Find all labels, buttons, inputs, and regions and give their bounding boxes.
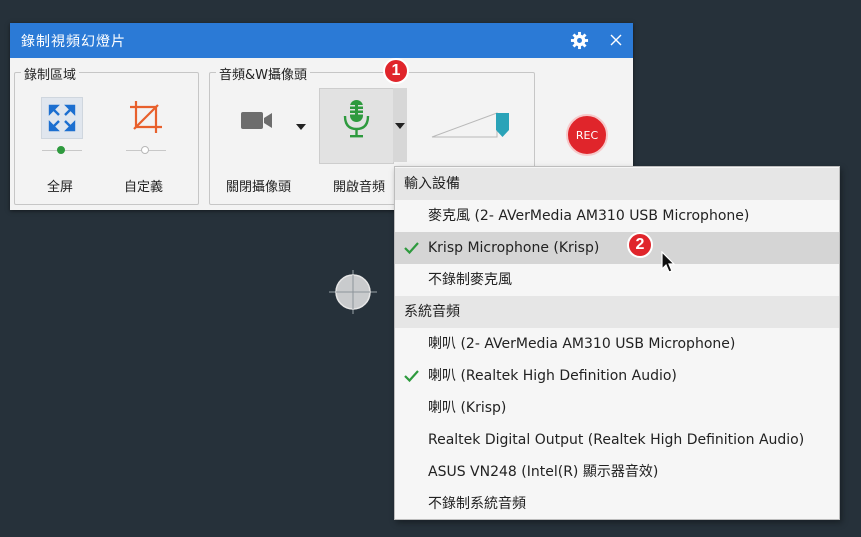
- audio-button[interactable]: [319, 88, 394, 164]
- audio-dropdown-button[interactable]: [393, 88, 407, 162]
- audio-device-menu: 輸入設備 麥克風 (2- AVerMedia AM310 USB Microph…: [394, 166, 840, 520]
- menu-item-label: 麥克風 (2- AVerMedia AM310 USB Microphone): [428, 208, 750, 224]
- menu-item-system-krisp[interactable]: 喇叭 (Krisp): [395, 392, 839, 424]
- menu-item-system-realtek-digital[interactable]: Realtek Digital Output (Realtek High Def…: [395, 424, 839, 456]
- close-icon[interactable]: [608, 32, 624, 48]
- menu-item-input-krisp[interactable]: Krisp Microphone (Krisp): [395, 232, 839, 264]
- checkmark-icon: [404, 242, 419, 255]
- menu-item-input-none[interactable]: 不錄制麥克風: [395, 264, 839, 296]
- gear-icon[interactable]: [570, 31, 589, 50]
- fullscreen-icon: [48, 104, 76, 132]
- menu-item-label: 喇叭 (2- AVerMedia AM310 USB Microphone): [428, 336, 736, 352]
- audio-label: 開啟音頻: [333, 180, 386, 195]
- menu-item-label: 不錄制系統音頻: [428, 496, 526, 512]
- fullscreen-button[interactable]: [41, 97, 83, 139]
- menu-item-label: 喇叭 (Krisp): [428, 400, 507, 416]
- menu-item-system-none[interactable]: 不錄制系統音頻: [395, 488, 839, 520]
- microphone-icon: [343, 100, 370, 138]
- menu-item-label: 喇叭 (Realtek High Definition Audio): [428, 368, 677, 384]
- checkmark-icon: [404, 370, 419, 383]
- annotation-badge-1: 1: [383, 58, 409, 84]
- crosshair-icon[interactable]: [329, 270, 377, 314]
- chevron-down-icon: [395, 123, 405, 129]
- camera-dropdown-arrow-icon[interactable]: [296, 124, 306, 130]
- custom-radio[interactable]: [141, 146, 149, 154]
- menu-item-system-realtek[interactable]: 喇叭 (Realtek High Definition Audio): [395, 360, 839, 392]
- system-audio-header: 系統音頻: [395, 296, 839, 328]
- volume-slider[interactable]: [431, 108, 513, 140]
- custom-label: 自定義: [124, 180, 164, 195]
- input-devices-header: 輸入設備: [395, 168, 839, 200]
- crop-icon: [130, 101, 162, 133]
- mouse-cursor-icon: [661, 251, 676, 273]
- menu-item-system-avermedia[interactable]: 喇叭 (2- AVerMedia AM310 USB Microphone): [395, 328, 839, 360]
- audio-webcam-label: 音頻&W攝像頭: [216, 64, 310, 83]
- menu-item-label: ASUS VN248 (Intel(R) 顯示器音效): [428, 464, 659, 480]
- camera-icon: [241, 112, 272, 129]
- record-button[interactable]: REC: [566, 114, 608, 156]
- annotation-badge-2: 2: [627, 232, 653, 258]
- menu-item-label: Krisp Microphone (Krisp): [428, 240, 600, 256]
- menu-item-label: Realtek Digital Output (Realtek High Def…: [428, 432, 805, 448]
- record-area-label: 錄制區域: [21, 64, 80, 83]
- fullscreen-radio-selected[interactable]: [57, 146, 65, 154]
- menu-item-input-avermedia[interactable]: 麥克風 (2- AVerMedia AM310 USB Microphone): [395, 200, 839, 232]
- camera-button[interactable]: [237, 103, 277, 139]
- camera-label: 關閉攝像頭: [226, 180, 292, 195]
- custom-area-button[interactable]: [126, 97, 166, 137]
- menu-item-label: 不錄制麥克風: [428, 272, 512, 288]
- window-title: 錄制視頻幻燈片: [21, 34, 126, 50]
- menu-item-system-asus[interactable]: ASUS VN248 (Intel(R) 顯示器音效): [395, 456, 839, 488]
- title-bar[interactable]: 錄制視頻幻燈片: [10, 23, 633, 58]
- fullscreen-label: 全屏: [47, 180, 74, 195]
